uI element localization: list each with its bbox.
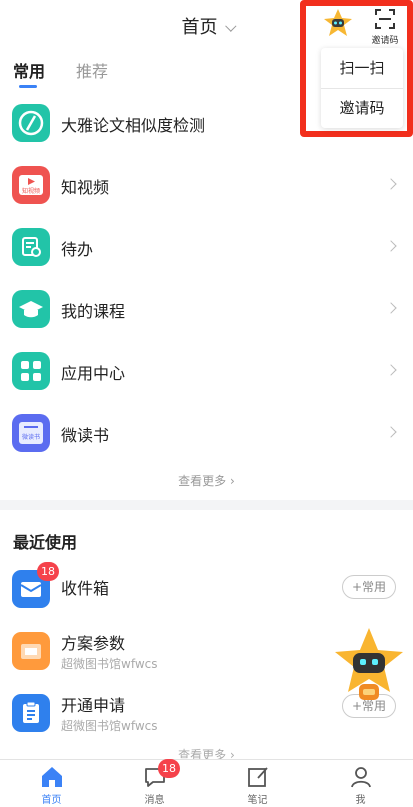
page-title: 首页 (181, 17, 218, 38)
weidushu-book-icon: 微读书 (12, 414, 50, 452)
tab-common[interactable]: 常用 (13, 58, 45, 82)
app-label: 微读书 (61, 426, 110, 445)
common-app-list: 大雅论文相似度检测 知视频 知视频 待办 我的课程 应用中心 微读书 微读书 查… (0, 92, 413, 500)
tab-home[interactable]: 首页 (0, 760, 103, 807)
apps-more-link[interactable]: 查看更多 › (0, 472, 413, 489)
graduation-cap-icon (12, 290, 50, 328)
app-label: 我的课程 (61, 302, 126, 321)
tab-messages[interactable]: 18 消息 (103, 759, 206, 807)
scheme-params-icon (12, 632, 50, 670)
recent-item-name: 方案参数 (61, 634, 126, 653)
recent-item-name: 收件箱 (61, 579, 110, 598)
svg-text:微读书: 微读书 (22, 433, 40, 441)
tab-label: 首页 (41, 795, 62, 806)
messages-unread-badge: 18 (158, 759, 180, 778)
menu-item-scan[interactable]: 扫一扫 (321, 48, 403, 88)
chevron-right-icon (385, 426, 397, 438)
floating-mascot-icon[interactable] (333, 626, 405, 706)
app-row-todo[interactable]: 待办 (0, 216, 413, 278)
chevron-right-icon (385, 240, 397, 252)
tab-me[interactable]: 我 (309, 760, 412, 807)
profile-icon (351, 767, 371, 788)
recent-row-inbox[interactable]: 18 收件箱 +常用 (0, 562, 413, 624)
app-label: 大雅论文相似度检测 (61, 116, 206, 135)
daya-plagiarism-icon (12, 104, 50, 142)
clipboard-icon (12, 694, 50, 732)
recent-title: 最近使用 (13, 533, 78, 552)
tab-label: 我 (355, 795, 366, 806)
inbox-unread-badge: 18 (37, 562, 59, 581)
app-row-zhishipin[interactable]: 知视频 知视频 (0, 154, 413, 216)
chevron-right-icon (385, 364, 397, 376)
note-icon (248, 767, 268, 787)
menu-item-invite-code[interactable]: 邀请码 (321, 88, 403, 128)
app-label: 待办 (61, 240, 94, 259)
tab-recommended[interactable]: 推荐 (76, 58, 108, 82)
todo-icon (12, 228, 50, 266)
app-row-my-courses[interactable]: 我的课程 (0, 278, 413, 340)
svg-text:知视频: 知视频 (22, 187, 40, 195)
app-center-grid-icon (12, 352, 50, 390)
chevron-right-icon (385, 178, 397, 190)
app-label: 知视频 (61, 178, 110, 197)
chevron-right-icon (385, 302, 397, 314)
recent-more-link[interactable]: 查看更多 › (0, 746, 413, 760)
add-to-common-button[interactable]: +常用 (342, 575, 396, 599)
recent-item-name: 开通申请 (61, 696, 126, 715)
home-icon (42, 767, 62, 787)
active-tab-indicator (19, 85, 37, 88)
app-row-app-center[interactable]: 应用中心 (0, 340, 413, 402)
tab-label: 笔记 (247, 795, 268, 806)
chevron-down-icon (224, 20, 236, 32)
bottom-tab-bar: 首页 18 消息 笔记 我 (0, 759, 413, 807)
zhishipin-video-icon: 知视频 (12, 166, 50, 204)
recent-item-subtitle: 超微图书馆wfwcs (61, 719, 158, 733)
tab-label: 消息 (144, 795, 165, 806)
app-label: 应用中心 (61, 364, 126, 383)
recent-item-subtitle: 超微图书馆wfwcs (61, 657, 158, 671)
tab-notes[interactable]: 笔记 (206, 760, 309, 807)
popup-menu: 扫一扫 邀请码 (321, 48, 403, 128)
app-row-weidushu[interactable]: 微读书 微读书 (0, 402, 413, 464)
